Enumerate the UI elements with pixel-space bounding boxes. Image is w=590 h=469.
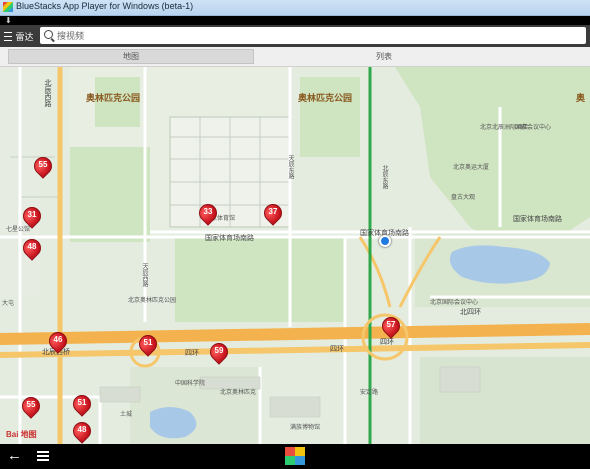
- video-count-pin[interactable]: 37: [260, 200, 286, 228]
- map-label: 土城: [120, 412, 133, 418]
- android-nav-bar: ←: [0, 444, 590, 469]
- map-view[interactable]: 奥林匹克公园 奥林匹克公园 奥 北辰西路 北辰西桥 国家体育场南路 国家体育场南…: [0, 67, 590, 444]
- tab-list[interactable]: 列表: [256, 49, 512, 64]
- bluestacks-icon: [3, 2, 13, 12]
- video-count-pin[interactable]: 33: [195, 200, 221, 228]
- menu-icon[interactable]: [37, 451, 49, 461]
- video-count-pin[interactable]: 46: [45, 328, 71, 356]
- video-count-pin[interactable]: 51: [135, 331, 161, 359]
- map-label: 安定路: [360, 390, 379, 396]
- map-label: 中国科学院: [175, 381, 206, 387]
- map-label: 奥林匹克公园: [86, 93, 141, 103]
- hamburger-icon: [4, 31, 13, 41]
- video-count-pin[interactable]: 57: [378, 313, 404, 341]
- map-label: 天辰西路: [141, 263, 147, 287]
- map-label: 北京国际会议中心: [430, 300, 479, 306]
- map-label: 大屯: [2, 301, 15, 307]
- search-icon: [44, 30, 53, 39]
- view-tabs: 地图 列表: [0, 47, 590, 67]
- map-label: 奥: [576, 93, 586, 103]
- map-label: 四环: [330, 346, 344, 353]
- video-count-pin[interactable]: 59: [206, 339, 232, 367]
- map-label: 北辰西路: [44, 79, 51, 107]
- map-label: 四环: [185, 350, 199, 357]
- search-input[interactable]: [57, 28, 577, 43]
- search-box[interactable]: [40, 27, 586, 44]
- map-label: 北京奥运大厦: [453, 165, 490, 171]
- map-label: 北辰东路: [381, 165, 387, 189]
- video-count-pin[interactable]: 48: [69, 418, 95, 444]
- map-label: 奥林匹克公园: [298, 93, 353, 103]
- video-count-pin[interactable]: 31: [19, 203, 45, 231]
- map-label: 国家体育场南路: [205, 235, 254, 242]
- app-bar: 雷达: [0, 25, 590, 47]
- video-count-pin[interactable]: 55: [30, 153, 56, 181]
- back-arrow-icon[interactable]: ←: [7, 447, 22, 465]
- map-label: 满族博物馆: [290, 425, 321, 431]
- map-label: 天辰东路: [287, 155, 293, 179]
- video-count-pin[interactable]: 48: [19, 235, 45, 263]
- map-label: 盘古大观: [451, 195, 476, 201]
- window-title: BlueStacks App Player for Windows (beta-…: [16, 1, 194, 11]
- radar-menu-label: 雷达: [15, 31, 34, 42]
- baidu-logo: Bai 地图: [6, 430, 37, 439]
- map-label: 国家会议中心: [515, 125, 552, 131]
- download-icon: ⬇: [5, 16, 12, 25]
- map-label: 国家体育场南路: [513, 216, 562, 223]
- status-bar: ⬇: [0, 16, 590, 25]
- bluestacks-logo-icon[interactable]: [285, 447, 305, 466]
- video-count-pin[interactable]: 51: [69, 391, 95, 419]
- video-count-pin[interactable]: 55: [18, 393, 44, 421]
- map-label: 北四环: [460, 309, 481, 316]
- location-dot-icon: [379, 235, 391, 247]
- map-label: 北京奥林匹克: [220, 390, 257, 396]
- radar-menu-button[interactable]: 雷达: [0, 25, 38, 47]
- tab-map[interactable]: 地图: [8, 49, 254, 64]
- window-title-bar: BlueStacks App Player for Windows (beta-…: [0, 0, 590, 16]
- map-label: 北京奥林匹克公园: [128, 298, 177, 304]
